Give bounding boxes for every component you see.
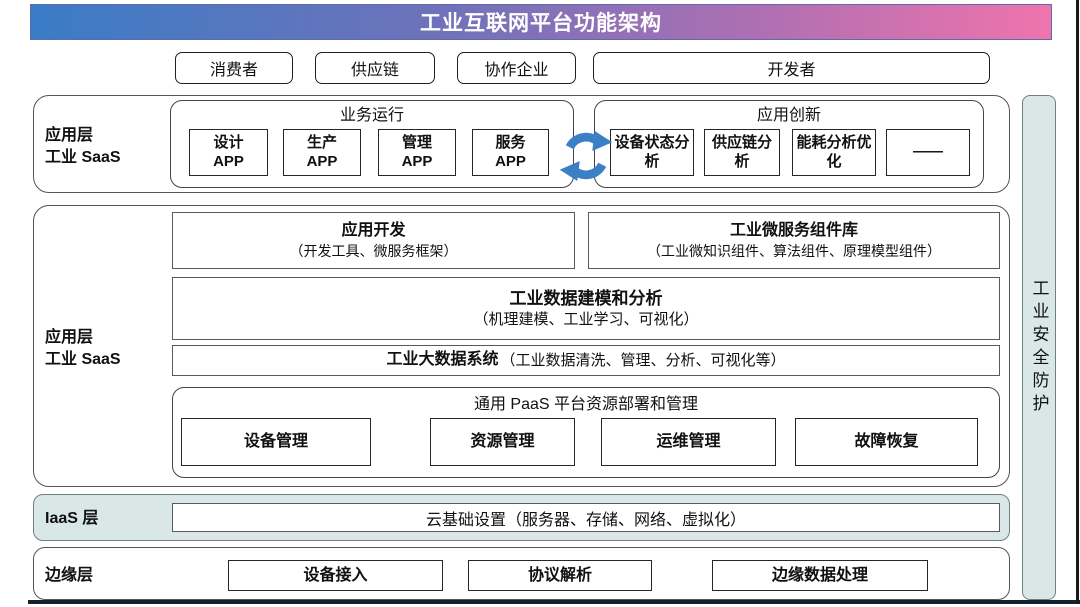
device-management-box: 设备管理 (181, 418, 371, 466)
big-data-title: 工业大数据系统 (386, 350, 498, 371)
microservice-lib-box: 工业微服务组件库 （工业微知识组件、算法组件、原理模型组件） (588, 212, 1000, 269)
slide-right-border (1076, 0, 1079, 604)
big-data-subtitle: （工业数据清洗、管理、分析、可视化等） (501, 351, 786, 371)
service-app-box: 服务 APP (472, 129, 549, 176)
paas-group-title: 通用 PaaS 平台资源部署和管理 (172, 391, 1000, 413)
more-apps-box: —— (886, 129, 970, 176)
edge-layer-label: 边缘层 (45, 565, 93, 587)
microservice-lib-subtitle: （工业微知识组件、算法组件、原理模型组件） (647, 242, 941, 260)
app-innovation-title: 应用创新 (594, 103, 984, 123)
app-layer-label: 应用层 工业 SaaS (45, 125, 165, 168)
device-access-box: 设备接入 (228, 560, 443, 591)
edge-data-processing-box: 边缘数据处理 (712, 560, 928, 591)
stakeholder-developer: 开发者 (593, 52, 990, 84)
resource-management-box: 资源管理 (430, 418, 575, 466)
stakeholder-consumer: 消费者 (175, 52, 293, 84)
data-modeling-box: 工业数据建模和分析 （机理建模、工业学习、可视化） (172, 277, 1000, 340)
microservice-lib-title: 工业微服务组件库 (730, 221, 858, 242)
architecture-diagram: 工业互联网平台功能架构 消费者 供应链 协作企业 开发者 应用层 工业 SaaS… (0, 0, 1080, 607)
stakeholder-supply-chain: 供应链 (315, 52, 435, 84)
app-dev-subtitle: （开发工具、微服务框架） (290, 242, 458, 260)
iaas-layer-label: IaaS 层 (45, 508, 98, 530)
data-modeling-subtitle: （机理建模、工业学习、可视化） (473, 310, 698, 330)
big-data-box: 工业大数据系统 （工业数据清洗、管理、分析、可视化等） (172, 345, 1000, 376)
sync-arrows-icon (556, 126, 616, 186)
security-bar: 工业安全防护 (1022, 95, 1056, 600)
data-modeling-title: 工业数据建模和分析 (510, 288, 663, 310)
protocol-parsing-box: 协议解析 (468, 560, 652, 591)
slide-bottom-border (28, 600, 1080, 604)
design-app-box: 设计 APP (189, 129, 268, 176)
fault-recovery-box: 故障恢复 (795, 418, 978, 466)
management-app-box: 管理 APP (378, 129, 456, 176)
cloud-infrastructure-box: 云基础设置（服务器、存储、网络、虚拟化） (172, 503, 1000, 532)
supply-chain-analysis-box: 供应链分析 (704, 129, 780, 176)
platform-layer-label: 应用层 工业 SaaS (45, 327, 165, 370)
app-dev-box: 应用开发 （开发工具、微服务框架） (172, 212, 575, 269)
app-dev-title: 应用开发 (341, 221, 405, 242)
production-app-box: 生产 APP (283, 129, 361, 176)
security-bar-label: 工业安全防护 (1027, 279, 1052, 417)
device-status-analysis-box: 设备状态分析 (610, 129, 694, 176)
page-title: 工业互联网平台功能架构 (30, 4, 1052, 40)
stakeholder-partner: 协作企业 (457, 52, 576, 84)
business-operation-title: 业务运行 (170, 103, 574, 123)
ops-management-box: 运维管理 (601, 418, 776, 466)
energy-analysis-box: 能耗分析优化 (792, 129, 876, 176)
